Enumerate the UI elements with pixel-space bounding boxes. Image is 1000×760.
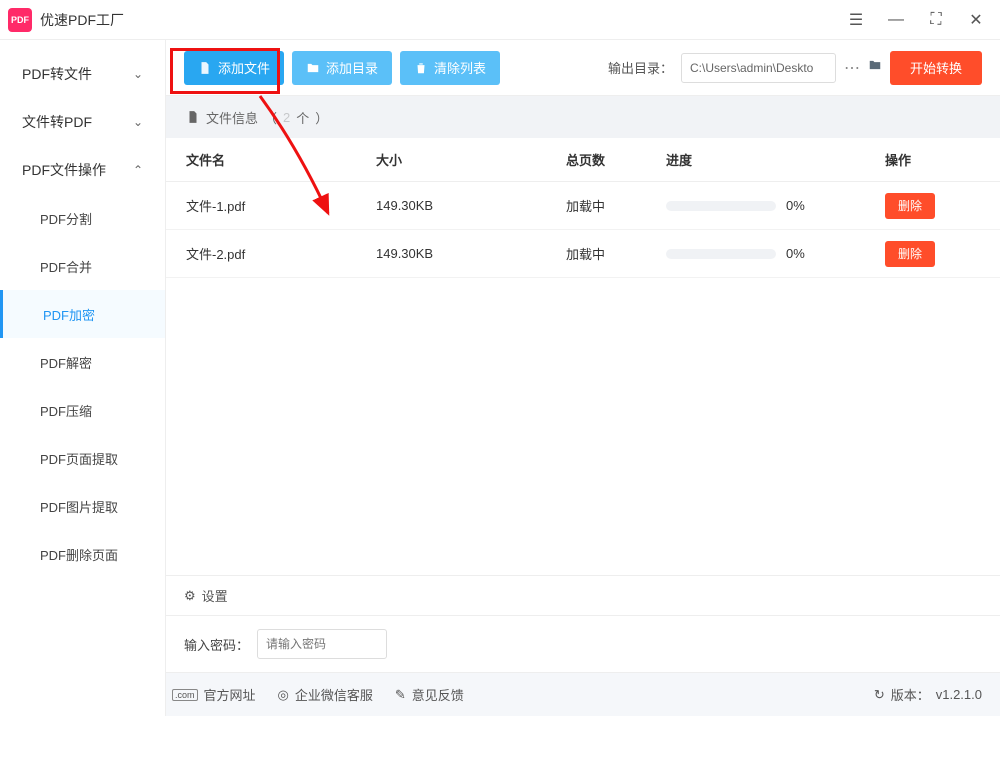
output-dir-label: 输出目录： bbox=[608, 58, 673, 77]
refresh-icon[interactable]: ↻ bbox=[874, 687, 885, 703]
main-area: 添加文件 添加目录 清除列表 输出目录： C:\Users\admin\Desk… bbox=[165, 40, 1000, 716]
delete-button[interactable]: 删除 bbox=[885, 241, 935, 267]
progress-bar bbox=[666, 249, 776, 259]
menu-icon[interactable]: ☰ bbox=[848, 12, 864, 28]
feedback-icon: ✎ bbox=[395, 687, 406, 703]
file-info-bar: 文件信息（2个） bbox=[166, 96, 1000, 138]
feedback-link[interactable]: ✎ 意见反馈 bbox=[395, 685, 464, 704]
wechat-support-link[interactable]: ◎ 企业微信客服 bbox=[278, 685, 373, 704]
more-icon[interactable]: ⋯ bbox=[844, 58, 860, 78]
file-panel: 文件信息（2个） 文件名 大小 总页数 进度 操作 文件-1.pdf 149.3… bbox=[166, 96, 1000, 672]
clear-list-button[interactable]: 清除列表 bbox=[400, 51, 500, 85]
footer: .com 官方网址 ◎ 企业微信客服 ✎ 意见反馈 ↻ 版本： v1.2.1.0 bbox=[166, 672, 1000, 716]
table-row: 文件-1.pdf 149.30KB 加载中 0% 删除 bbox=[166, 182, 1000, 230]
sidebar-sub-split[interactable]: PDF分割 bbox=[0, 194, 165, 242]
chevron-down-icon: ⌄ bbox=[133, 115, 143, 129]
password-label: 输入密码： bbox=[184, 635, 249, 654]
output-dir-path[interactable]: C:\Users\admin\Deskto bbox=[681, 53, 836, 83]
gear-icon: ⚙ bbox=[184, 588, 196, 604]
open-folder-icon[interactable] bbox=[868, 58, 882, 77]
sidebar-item-file-to-pdf[interactable]: 文件转PDF⌄ bbox=[0, 98, 165, 146]
table-row: 文件-2.pdf 149.30KB 加载中 0% 删除 bbox=[166, 230, 1000, 278]
toolbar: 添加文件 添加目录 清除列表 输出目录： C:\Users\admin\Desk… bbox=[166, 40, 1000, 96]
progress-bar bbox=[666, 201, 776, 211]
sidebar-sub-extract-page[interactable]: PDF页面提取 bbox=[0, 434, 165, 482]
settings-panel: ⚙ 设置 输入密码： bbox=[166, 575, 1000, 672]
sidebar: PDF转文件⌄ 文件转PDF⌄ PDF文件操作⌃ PDF分割 PDF合并 PDF… bbox=[0, 40, 165, 716]
official-site-link[interactable]: .com 官方网址 bbox=[172, 685, 256, 704]
add-dir-button[interactable]: 添加目录 bbox=[292, 51, 392, 85]
sidebar-item-pdf-ops[interactable]: PDF文件操作⌃ bbox=[0, 146, 165, 194]
table-header: 文件名 大小 总页数 进度 操作 bbox=[166, 138, 1000, 182]
close-icon[interactable]: ✕ bbox=[968, 12, 984, 28]
chevron-down-icon: ⌄ bbox=[133, 67, 143, 81]
trash-icon bbox=[414, 61, 428, 75]
folder-icon bbox=[306, 61, 320, 75]
globe-icon: .com bbox=[172, 689, 198, 701]
settings-header[interactable]: ⚙ 设置 bbox=[166, 576, 1000, 616]
app-logo: PDF bbox=[8, 8, 32, 32]
wechat-icon: ◎ bbox=[278, 687, 289, 703]
title-bar: PDF 优速PDF工厂 ☰ — ⛶ ✕ bbox=[0, 0, 1000, 40]
password-input[interactable] bbox=[257, 629, 387, 659]
annotation-box bbox=[170, 48, 280, 94]
sidebar-sub-extract-img[interactable]: PDF图片提取 bbox=[0, 482, 165, 530]
app-name: 优速PDF工厂 bbox=[40, 10, 124, 30]
sidebar-sub-encrypt[interactable]: PDF加密 bbox=[0, 290, 165, 338]
sidebar-sub-merge[interactable]: PDF合并 bbox=[0, 242, 165, 290]
chevron-up-icon: ⌃ bbox=[133, 163, 143, 177]
start-convert-button[interactable]: 开始转换 bbox=[890, 51, 982, 85]
maximize-icon[interactable]: ⛶ bbox=[928, 12, 944, 28]
minimize-icon[interactable]: — bbox=[888, 12, 904, 28]
sidebar-sub-decrypt[interactable]: PDF解密 bbox=[0, 338, 165, 386]
sidebar-sub-delete-page[interactable]: PDF删除页面 bbox=[0, 530, 165, 578]
sidebar-item-pdf-to-file[interactable]: PDF转文件⌄ bbox=[0, 50, 165, 98]
document-icon bbox=[186, 110, 200, 124]
delete-button[interactable]: 删除 bbox=[885, 193, 935, 219]
sidebar-sub-compress[interactable]: PDF压缩 bbox=[0, 386, 165, 434]
